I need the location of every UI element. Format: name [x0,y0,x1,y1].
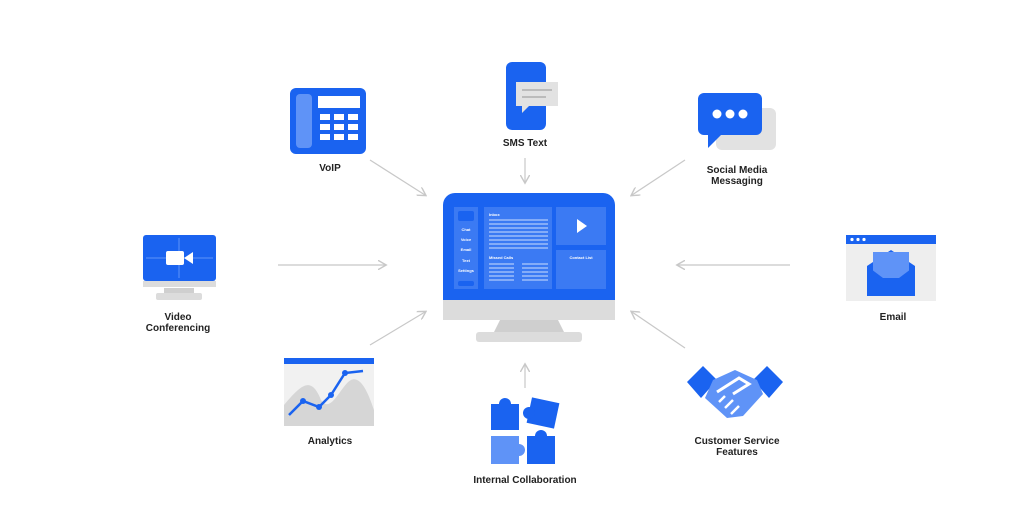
central-monitor-icon: Chat Voice Email Text Settings Inbox Mis… [443,193,615,342]
communication-channels-diagram: Chat Voice Email Text Settings Inbox Mis… [0,0,1024,510]
label-voip: VoIP [319,163,341,174]
label-email: Email [879,312,907,323]
sidebar-chat: Chat [462,227,472,232]
label-collab: Internal Collaboration [473,475,577,486]
label-social: Social Media Messaging [706,165,768,187]
arrow-customer [632,312,686,349]
puzzle-pieces-icon [491,397,560,464]
desk-phone-icon [290,88,366,154]
arrow-social [632,159,686,195]
analytics-chart-icon [284,358,374,426]
label-customer: Customer Service Features [694,436,780,458]
arrow-voip [369,159,425,195]
sidebar-voice: Voice [461,237,472,242]
email-window-icon [846,235,936,301]
missed-calls-label: Missed Calls [489,255,514,260]
contact-list-label: Contact List [569,255,593,260]
chat-bubbles-icon [698,93,776,150]
label-video: Video Conferencing [145,312,211,334]
sms-phone-icon [506,62,558,130]
inbox-label: Inbox [489,212,500,217]
sidebar-text: Text [462,258,471,263]
sidebar-email: Email [461,247,472,252]
sidebar-settings: Settings [458,268,475,273]
label-sms: SMS Text [502,138,548,149]
arrow-analytics [369,312,425,346]
label-analytics: Analytics [307,436,353,447]
video-monitor-icon [143,235,216,300]
handshake-icon [687,366,783,418]
